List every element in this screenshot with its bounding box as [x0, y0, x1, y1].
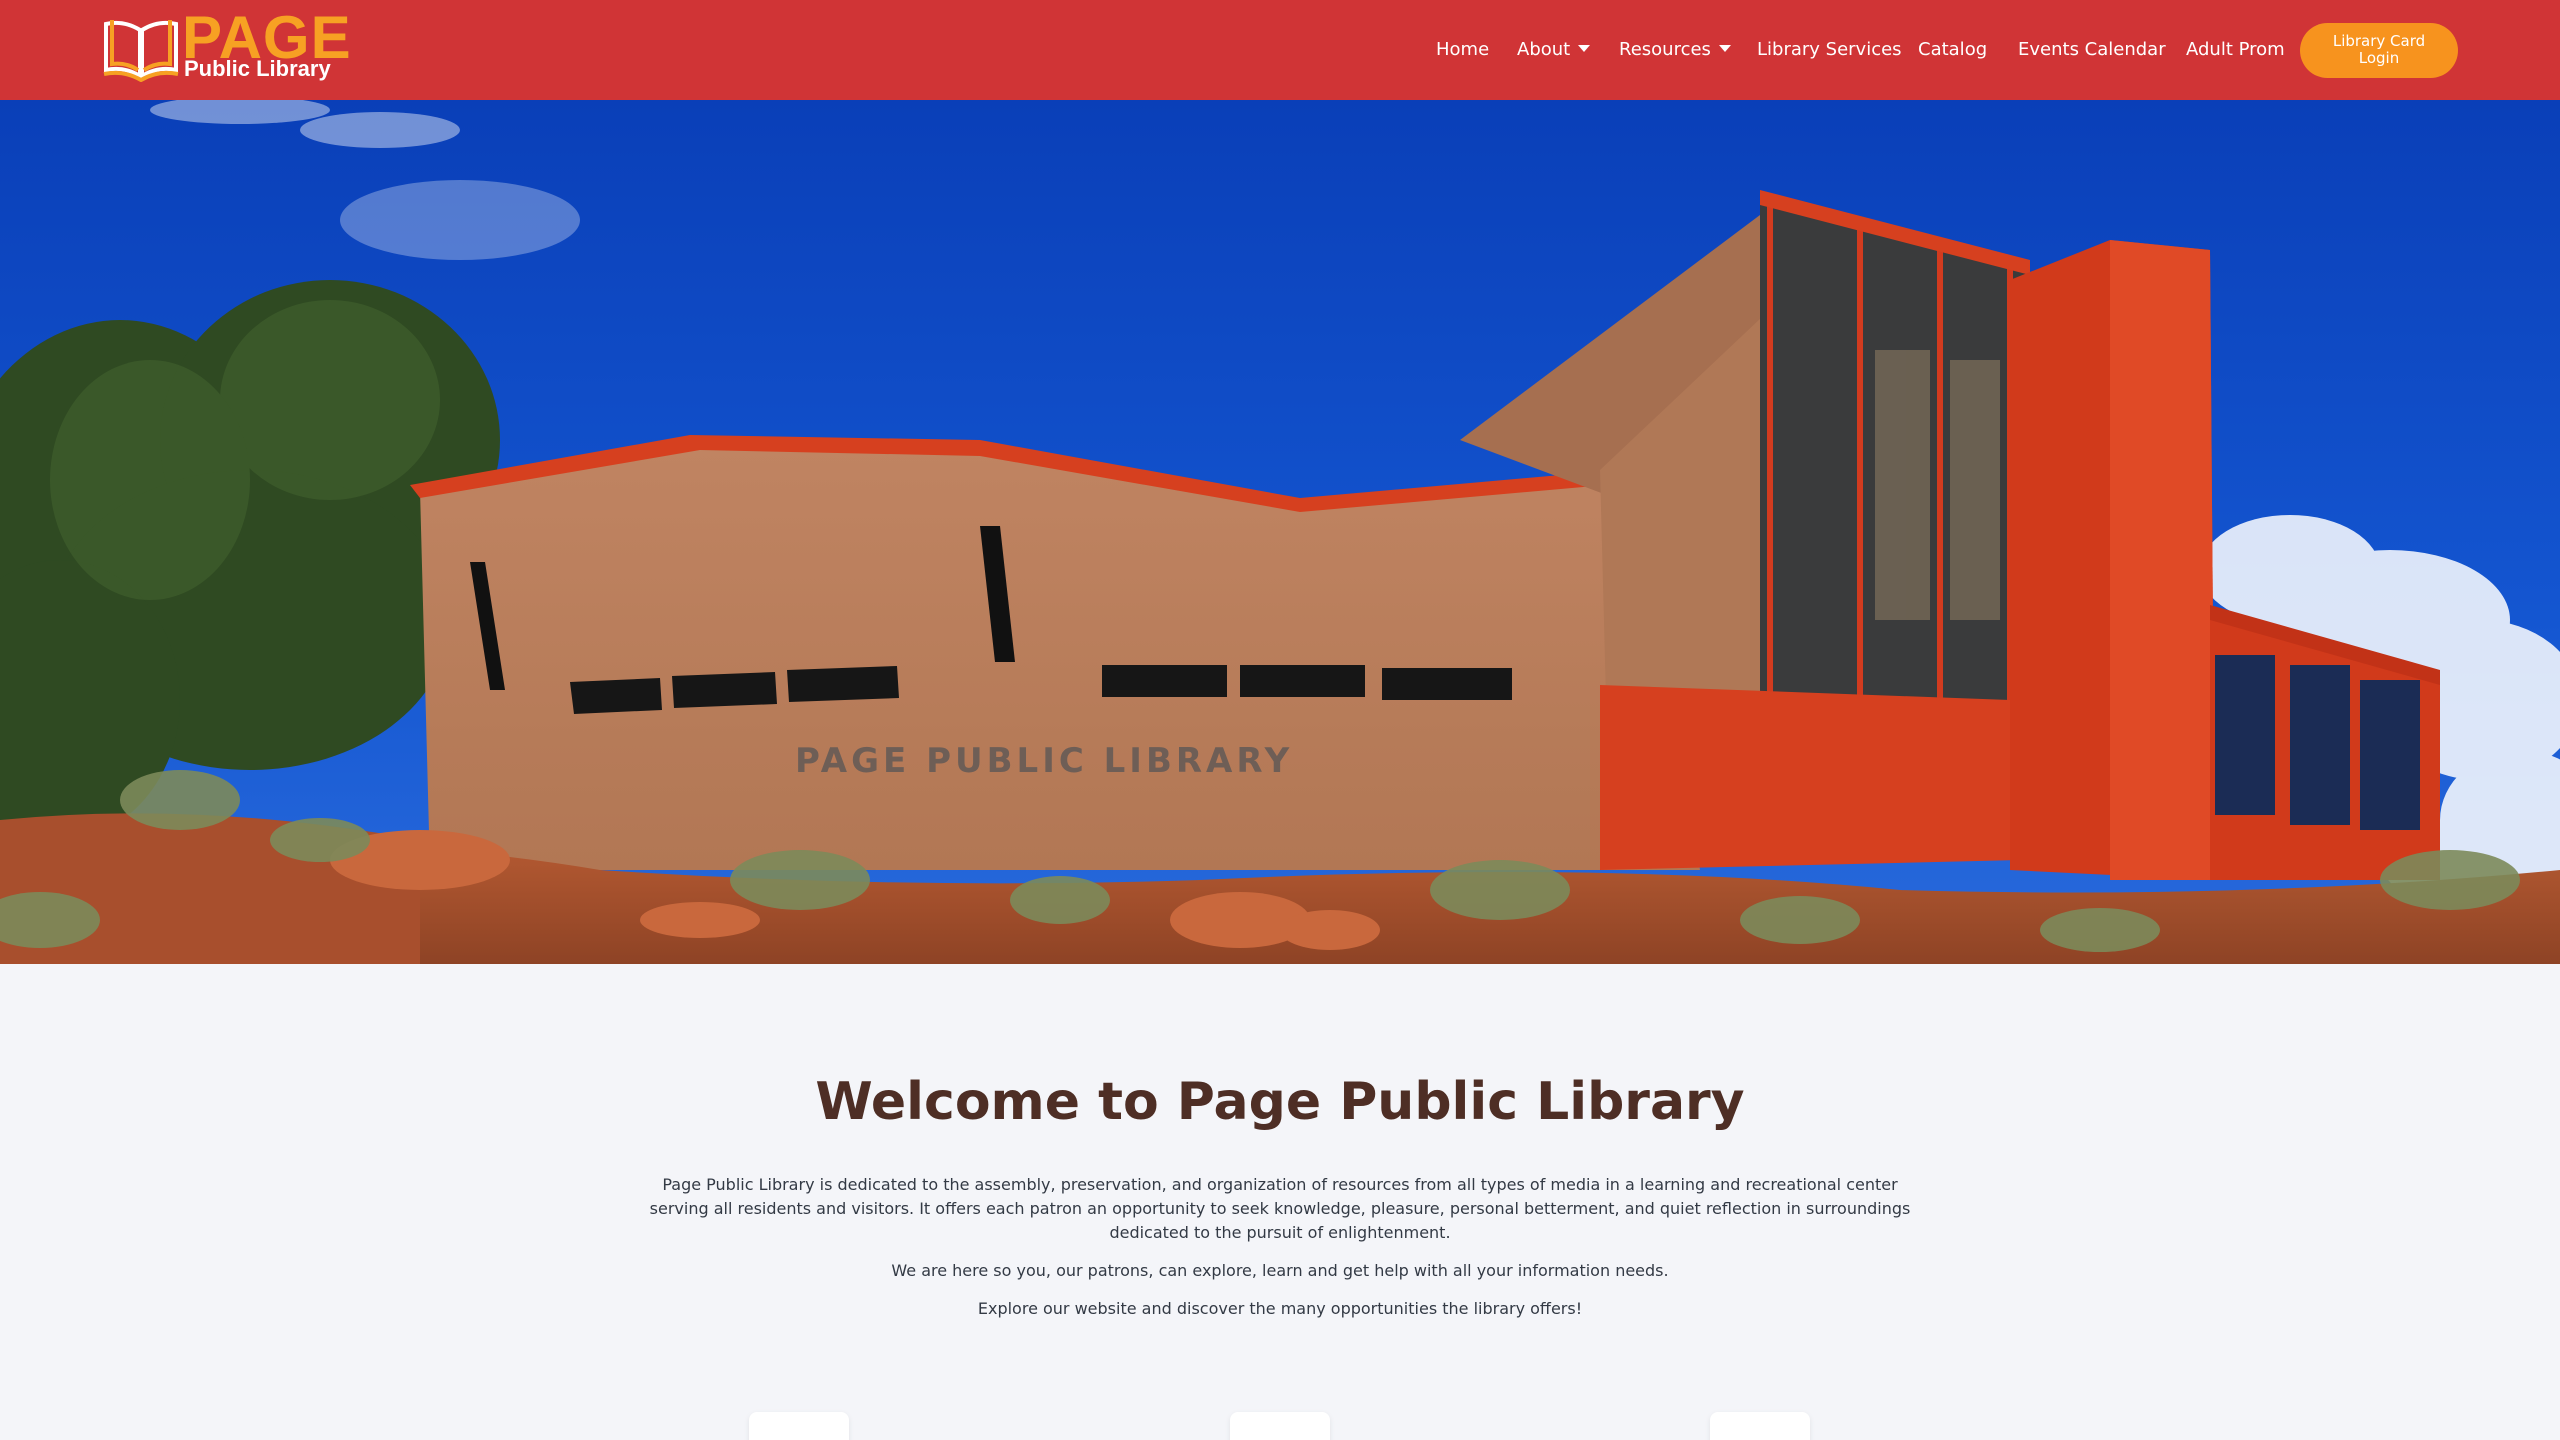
- nav-home[interactable]: Home: [1436, 37, 1489, 63]
- login-button-line2: Login: [2358, 49, 2400, 67]
- feature-card[interactable]: [749, 1412, 849, 1440]
- hero-image: PAGE PUBLIC LIBRARY: [0, 100, 2560, 964]
- feature-icon: [1730, 1432, 1790, 1440]
- nav-adult-prom-label: Adult Prom: [2186, 39, 2285, 60]
- nav-catalog-label: Catalog: [1918, 39, 1988, 60]
- nav-resources-label: Resources: [1619, 39, 1711, 60]
- nav-resources[interactable]: Resources: [1619, 37, 1731, 63]
- library-building-illustration: PAGE PUBLIC LIBRARY: [0, 100, 2560, 964]
- chevron-down-icon: [1578, 44, 1591, 52]
- explore-paragraph: Explore our website and discover the man…: [977, 1299, 1583, 1318]
- site-logo[interactable]: PAGE Public Library: [102, 8, 351, 86]
- nav-adult-prom[interactable]: Adult Prom: [2186, 37, 2285, 63]
- intro-paragraph: We are here so you, our patrons, can exp…: [891, 1261, 1669, 1280]
- nav-home-label: Home: [1436, 39, 1490, 60]
- nav-events-calendar-label: Events Calendar: [2018, 39, 2166, 60]
- building-sign: PAGE PUBLIC LIBRARY: [795, 741, 1293, 781]
- feature-icon: [1250, 1432, 1310, 1440]
- login-button-line1: Library Card: [2332, 32, 2426, 50]
- feature-icon: [769, 1432, 829, 1440]
- open-book-icon: [103, 20, 179, 82]
- feature-card[interactable]: [1710, 1412, 1810, 1440]
- nav-about-label: About: [1517, 39, 1571, 60]
- nav-about[interactable]: About: [1517, 37, 1591, 63]
- library-card-login-button[interactable]: Library Card Login: [2300, 23, 2458, 78]
- nav-library-services-label: Library Services: [1757, 39, 1902, 60]
- feature-card[interactable]: [1230, 1412, 1330, 1440]
- chevron-down-icon: [1718, 44, 1731, 52]
- nav-events-calendar[interactable]: Events Calendar: [2018, 37, 2166, 63]
- page-title: Welcome to Page Public Library: [815, 1072, 1745, 1132]
- nav-library-services[interactable]: Library Services: [1757, 37, 1902, 63]
- logo-subtitle: Public Library: [184, 56, 331, 81]
- mission-paragraph: Page Public Library is dedicated to the …: [649, 1175, 1911, 1242]
- site-header: PAGE Public Library Home About Resources…: [0, 0, 2560, 100]
- nav-catalog[interactable]: Catalog: [1918, 37, 1987, 63]
